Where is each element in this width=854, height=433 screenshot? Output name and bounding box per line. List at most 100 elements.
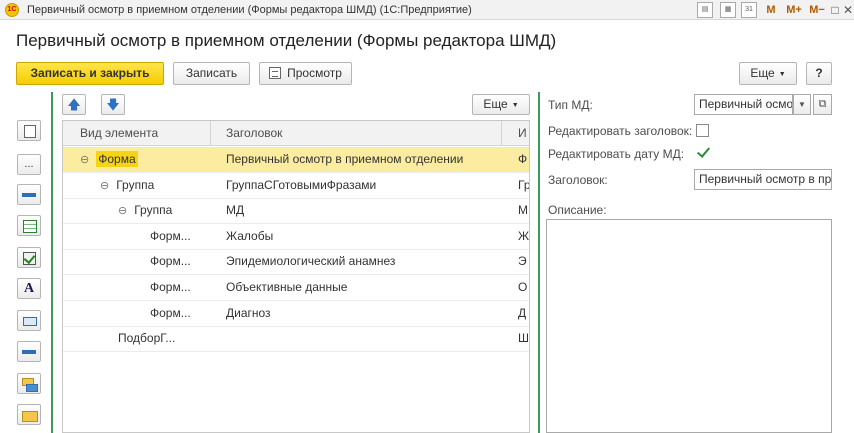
memory-plus-button[interactable]: M+	[785, 2, 803, 18]
edit-md-date-checkbox[interactable]	[696, 145, 710, 159]
add-folder-button[interactable]	[17, 404, 41, 425]
cell-caption: Жалобы	[226, 228, 274, 243]
cell-caption: Эпидемиологический анамнез	[226, 254, 396, 269]
md-type-open-button[interactable]: ⧉	[813, 94, 832, 115]
window-title: Первичный осмотр в приемном отделении (Ф…	[27, 4, 472, 16]
cell-caption: МД	[226, 203, 245, 218]
caption-input[interactable]: Первичный осмотр в пр	[694, 169, 832, 190]
table-row[interactable]: ⊖ Форма Первичный осмотр в приемном отделе…	[63, 147, 529, 173]
cell-caption: Первичный осмотр в приемном отделении	[226, 152, 464, 166]
element-type-text: Форма	[96, 151, 138, 167]
checkbox-icon	[18, 248, 40, 267]
add-table-button[interactable]	[17, 215, 41, 236]
chevron-down-icon: ▼	[798, 100, 806, 109]
table-row[interactable]: ⊖ Группа ГруппаСГотовымиФразами Гр	[63, 173, 530, 199]
add-decoration-button[interactable]	[17, 120, 41, 141]
add-label-button[interactable]: A	[17, 278, 41, 299]
table-row[interactable]: Форм... Жалобы Ж	[63, 224, 530, 250]
add-group-button[interactable]	[17, 373, 41, 394]
caption-label: Заголовок:	[548, 173, 608, 187]
table-more-label: Еще	[483, 97, 508, 111]
preview-label: Просмотр	[287, 66, 342, 80]
cell-extra: О	[518, 280, 528, 294]
document-icon	[18, 121, 40, 140]
write-button[interactable]: Записать	[173, 62, 250, 85]
cell-element-type: Форм...	[150, 224, 208, 249]
open-icon: ⧉	[818, 98, 827, 110]
md-type-dropdown-button[interactable]: ▼	[793, 94, 811, 115]
column-separator[interactable]	[501, 121, 502, 146]
element-type-text: Группа	[116, 177, 155, 192]
cell-extra: Гр	[518, 177, 530, 192]
columns-icon	[18, 311, 40, 330]
column-separator[interactable]	[210, 121, 211, 146]
element-type-text: Форм...	[150, 305, 191, 320]
cell-element-type: ⊖ Форма	[80, 147, 208, 172]
ellipsis-icon: ...	[24, 158, 34, 170]
calculator-icon[interactable]: ▦	[720, 2, 736, 18]
cell-extra: Ж	[518, 228, 530, 243]
md-type-input[interactable]: Первичный осмо	[694, 94, 793, 115]
add-columns-button[interactable]	[17, 310, 41, 331]
description-label: Описание:	[548, 203, 607, 217]
memory-minus-button[interactable]: M−	[808, 2, 826, 18]
page-title: Первичный осмотр в приемном отделении (Ф…	[16, 31, 557, 50]
calendar-icon[interactable]: 31	[741, 2, 757, 18]
preview-button[interactable]: Просмотр	[259, 62, 352, 85]
table-more-button[interactable]: Еще ▼	[472, 94, 530, 115]
collapse-icon[interactable]: ⊖	[80, 154, 89, 166]
element-type-text: ПодборГ...	[118, 331, 176, 346]
collapse-icon[interactable]: ⊖	[100, 180, 109, 192]
memory-m-button[interactable]: M	[765, 2, 777, 18]
restore-icon[interactable]: □	[829, 2, 841, 18]
table-icon	[18, 216, 40, 235]
element-type-text: Форм...	[150, 228, 191, 243]
print-icon[interactable]: ▤	[697, 2, 713, 18]
folder-icon	[18, 405, 40, 424]
table-row[interactable]: ⊖ Группа МД М	[63, 198, 529, 225]
cell-caption: Объективные данные	[226, 280, 348, 294]
table-row[interactable]: ПодборГ... Ш	[63, 326, 529, 353]
help-button[interactable]: ?	[806, 62, 832, 85]
more-button[interactable]: Еще ▼	[739, 62, 797, 85]
cell-extra: Ф	[518, 152, 528, 166]
chevron-down-icon: ▼	[778, 71, 786, 78]
left-divider	[51, 92, 53, 433]
column-header-extra[interactable]: И	[518, 121, 529, 146]
md-type-label: Тип МД:	[548, 98, 593, 112]
cell-element-type: Форм...	[150, 249, 208, 274]
more-label: Еще	[750, 66, 775, 80]
arrow-down-icon: 🡇	[106, 97, 120, 112]
move-down-button[interactable]: 🡇	[101, 94, 125, 115]
splitter[interactable]	[538, 92, 540, 433]
write-and-close-button[interactable]: Записать и закрыть	[16, 62, 164, 85]
collapse-icon[interactable]: ⊖	[118, 205, 127, 217]
table-row[interactable]: Форм... Диагноз Д	[63, 301, 529, 327]
table-row[interactable]: Форм... Эпидемиологический анамнез Э	[63, 249, 529, 276]
cell-extra: Ш	[518, 331, 529, 346]
preview-icon	[269, 67, 282, 79]
window-titlebar: 1С Первичный осмотр в приемном отделении…	[0, 0, 854, 20]
chevron-down-icon: ▼	[511, 102, 519, 109]
cell-caption	[226, 326, 498, 351]
group-icon	[18, 374, 40, 393]
elements-tree-table[interactable]: Вид элемента Заголовок И ⊖ Форма Первичный…	[62, 120, 530, 433]
cell-caption: ГруппаСГотовымиФразами	[226, 177, 377, 192]
edit-caption-checkbox[interactable]	[696, 124, 709, 137]
add-checkbox-button[interactable]	[17, 247, 41, 268]
column-header-caption[interactable]: Заголовок	[226, 121, 496, 146]
input-icon	[18, 342, 40, 361]
add-field-button[interactable]	[17, 184, 41, 205]
move-up-button[interactable]: 🡅	[62, 94, 86, 115]
close-icon[interactable]: ✕	[842, 2, 854, 18]
description-textarea[interactable]	[546, 219, 832, 433]
cell-element-type: ⊖ Группа	[100, 173, 208, 198]
cell-element-type: Форм...	[150, 301, 208, 326]
add-input-button[interactable]	[17, 341, 41, 362]
add-ellipsis-button[interactable]: ...	[17, 154, 41, 175]
edit-md-date-label: Редактировать дату МД:	[548, 147, 685, 161]
column-header-type[interactable]: Вид элемента	[80, 121, 205, 146]
text-icon: A	[23, 281, 35, 296]
app-logo-icon: 1С	[5, 3, 19, 17]
table-row[interactable]: Форм... Объективные данные О	[63, 275, 529, 301]
